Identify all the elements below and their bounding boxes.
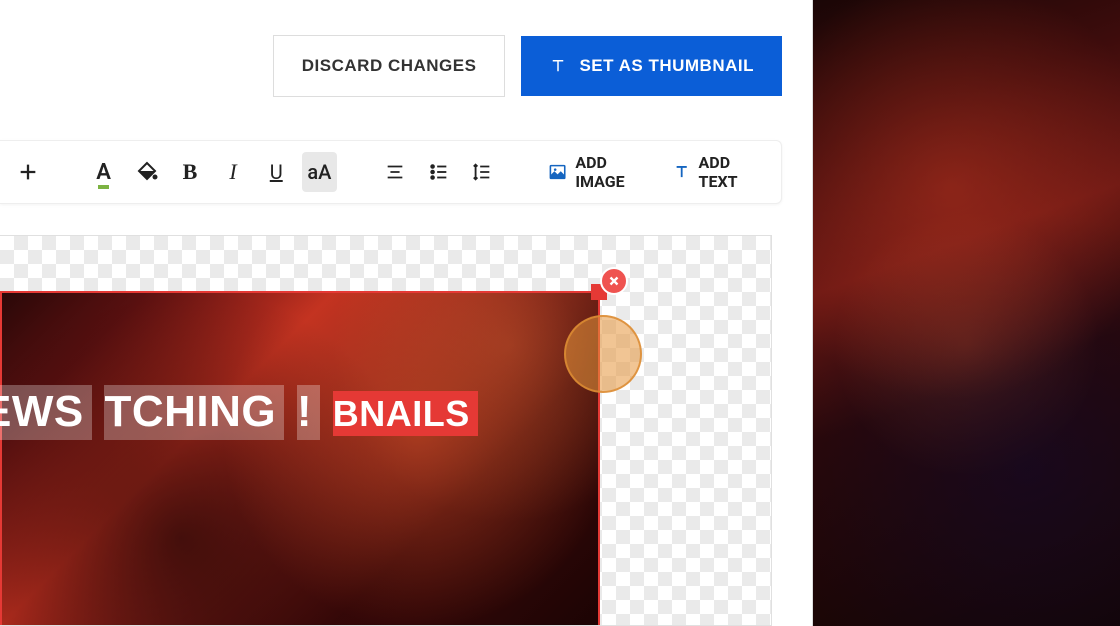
line-spacing-icon bbox=[471, 161, 493, 183]
canvas-text-overlay[interactable]: EWS TCHING ! BNAILS bbox=[0, 373, 478, 440]
text-line-1: EWS bbox=[0, 387, 84, 436]
set-as-thumbnail-button[interactable]: SET AS THUMBNAIL bbox=[521, 36, 782, 96]
plus-icon bbox=[17, 161, 39, 183]
text-color-button[interactable]: A bbox=[86, 152, 121, 192]
align-button[interactable] bbox=[378, 152, 413, 192]
bold-button[interactable]: B bbox=[172, 152, 207, 192]
separator bbox=[65, 154, 66, 190]
editor-main: DISCARD CHANGES SET AS THUMBNAIL A B I bbox=[0, 0, 812, 626]
selected-object[interactable]: EWS TCHING ! BNAILS bbox=[0, 291, 600, 626]
underline-button[interactable]: U bbox=[259, 152, 294, 192]
close-icon bbox=[607, 274, 621, 288]
discard-changes-button[interactable]: DISCARD CHANGES bbox=[273, 35, 506, 97]
separator bbox=[519, 154, 520, 190]
text-icon bbox=[549, 57, 567, 75]
text-line-4: BNAILS bbox=[333, 393, 470, 434]
line-spacing-button[interactable] bbox=[464, 152, 499, 192]
paint-bucket-icon bbox=[135, 160, 159, 184]
add-text-button[interactable]: ADD TEXT bbox=[665, 153, 771, 191]
add-image-button[interactable]: ADD IMAGE bbox=[540, 153, 657, 191]
add-text-label: ADD TEXT bbox=[699, 153, 763, 191]
list-icon bbox=[428, 161, 450, 183]
cursor-highlight bbox=[564, 315, 642, 393]
text-line-2: TCHING bbox=[104, 387, 276, 436]
delete-object-button[interactable] bbox=[600, 267, 628, 295]
add-button[interactable] bbox=[10, 152, 45, 192]
preview-panel bbox=[812, 0, 1120, 626]
align-center-icon bbox=[384, 161, 406, 183]
image-icon bbox=[548, 161, 567, 183]
text-icon bbox=[673, 162, 690, 182]
fill-color-button[interactable] bbox=[129, 152, 164, 192]
list-button[interactable] bbox=[421, 152, 456, 192]
text-line-3: ! bbox=[297, 387, 312, 436]
separator bbox=[357, 154, 358, 190]
text-case-button[interactable]: aA bbox=[302, 152, 337, 192]
header-actions: DISCARD CHANGES SET AS THUMBNAIL bbox=[273, 35, 782, 97]
add-image-label: ADD IMAGE bbox=[575, 153, 649, 191]
text-color-icon: A bbox=[96, 160, 111, 185]
formatting-toolbar: A B I U aA bbox=[0, 140, 782, 204]
italic-button[interactable]: I bbox=[216, 152, 251, 192]
canvas[interactable]: EWS TCHING ! BNAILS bbox=[0, 235, 772, 626]
set-as-thumbnail-label: SET AS THUMBNAIL bbox=[579, 56, 754, 76]
